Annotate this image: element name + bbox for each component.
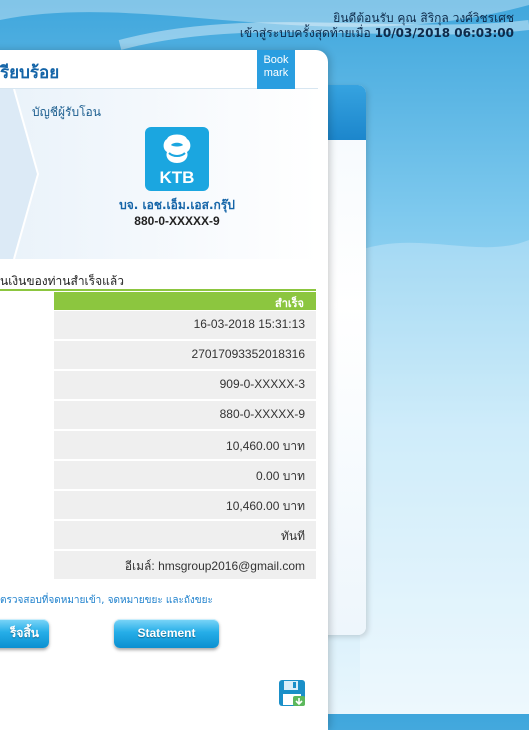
detail-row-reference: 27017093352018316 xyxy=(54,341,316,370)
detail-value: 880-0-XXXXX-9 xyxy=(219,407,305,421)
detail-value: 909-0-XXXXX-3 xyxy=(219,377,305,391)
recipient-name: บจ. เอช.เอ็ม.เอส.กรุ๊ป xyxy=(119,198,235,212)
bookmark-label-1: Book xyxy=(263,54,289,66)
email-check-note: ตรวจสอบที่จดหมายเข้า, จดหมายขยะ และถังขย… xyxy=(0,595,213,606)
detail-value: 27017093352018316 xyxy=(191,347,305,361)
detail-value: 0.00 บาท xyxy=(256,469,305,483)
welcome-user-text: ยินดีต้อนรับ คุณ สิริกุล วงศ์วิชรเศช xyxy=(333,11,514,25)
last-login-text: เข้าสู่ระบบครั้งสุดท้ายเมื่อ 10/03/2018 … xyxy=(240,26,514,41)
detail-value: อีเมล์: hmsgroup2016@gmail.com xyxy=(124,559,305,573)
detail-value: 16-03-2018 15:31:13 xyxy=(193,317,305,331)
detail-row-total: 10,460.00 บาท xyxy=(54,491,316,520)
detail-row-timing: ทันที xyxy=(54,521,316,550)
detail-value: 10,460.00 บาท xyxy=(226,499,305,513)
ktb-bird-icon: KTB xyxy=(160,134,195,187)
success-divider xyxy=(0,289,316,291)
detail-value: ทันที xyxy=(280,529,305,543)
welcome-banner: ยินดีต้อนรับ คุณ สิริกุล วงศ์วิชรเศช เข้… xyxy=(240,11,514,41)
recipient-account: 880-0-XXXXX-9 xyxy=(134,214,220,228)
detail-row-fee: 0.00 บาท xyxy=(54,461,316,490)
detail-row-datetime: 16-03-2018 15:31:13 xyxy=(54,311,316,340)
last-login-datetime: 10/03/2018 06:03:00 xyxy=(374,26,514,40)
save-disk-icon[interactable] xyxy=(278,679,306,707)
detail-row-amount: 10,460.00 บาท xyxy=(54,431,316,460)
detail-row-to-account: 880-0-XXXXX-9 xyxy=(54,401,316,430)
status-badge: สำเร็จ xyxy=(274,297,304,310)
detail-value: 10,460.00 บาท xyxy=(226,439,305,453)
finish-button[interactable]: ร็จสิ้น xyxy=(0,619,49,648)
ktb-logo-text: KTB xyxy=(160,168,195,187)
detail-row-email: อีเมล์: hmsgroup2016@gmail.com xyxy=(54,551,316,580)
recipient-label: บัญชีผู้รับโอน xyxy=(32,105,101,119)
detail-row-from-account: 909-0-XXXXX-3 xyxy=(54,371,316,400)
statement-button[interactable]: Statement xyxy=(114,619,219,648)
ktb-logo-icon: KTB xyxy=(145,127,209,191)
finish-button-label: ร็จสิ้น xyxy=(9,626,39,640)
last-login-prefix: เข้าสู่ระบบครั้งสุดท้ายเมื่อ xyxy=(239,26,371,40)
bookmark-label-2: mark xyxy=(263,67,289,79)
page-title: รียบร้อย xyxy=(0,63,60,83)
status-row: สำเร็จ xyxy=(54,292,316,310)
